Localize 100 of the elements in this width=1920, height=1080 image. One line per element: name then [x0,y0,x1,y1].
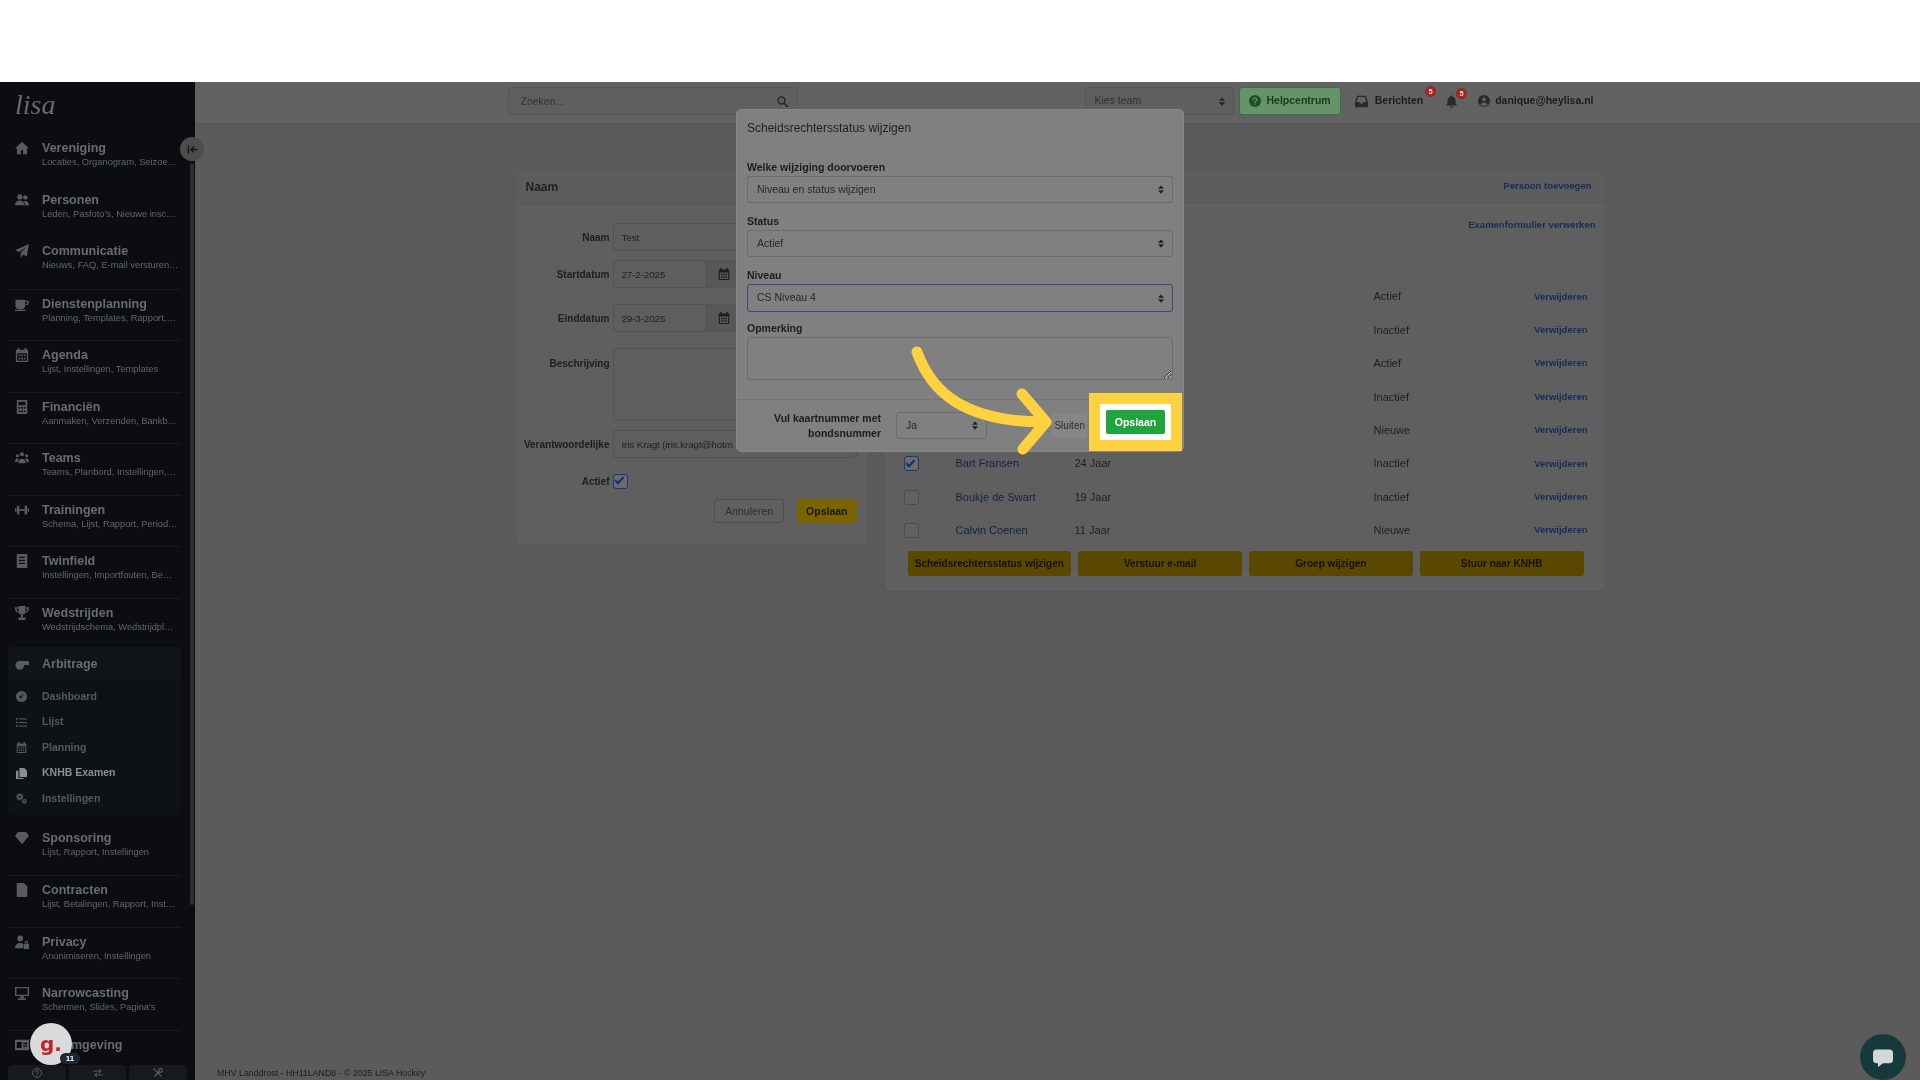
status-text: Inactief [1373,490,1409,503]
sort-caret-icon [1158,239,1164,248]
date-field[interactable]: 27-2-2025 [612,260,707,288]
sidebar-menu-item[interactable]: Dienstenplanning Planning, Templates, Rapport,… [8,288,181,340]
exam-form-link[interactable]: Examenformulier verwerken [1468,219,1596,230]
status-text: Inactief [1373,457,1409,470]
select-field[interactable]: CS Niveau 4 [747,284,1173,312]
gem-icon [15,830,29,845]
delete-link[interactable]: Verwijderen [1534,523,1588,538]
close-button[interactable]: Sluiten [1052,413,1087,438]
sidebar-menu-item[interactable]: Arbitrage [8,647,181,681]
select-field[interactable]: Niveau en status wijzigen [747,176,1173,203]
status-text: Nieuwe [1373,524,1411,537]
file-icon [15,883,29,897]
field-label: Opmerking [747,321,804,335]
calendar-icon [718,268,730,280]
delete-link[interactable]: Verwijderen [1534,356,1588,371]
age-text: 11 Jaar [1074,524,1111,537]
field-label: Einddatum [556,311,610,326]
search-icon [776,95,788,107]
submenu-item[interactable]: Planning [8,735,181,761]
field-label: Actief [580,474,610,489]
sidebar-menu-item[interactable]: Trainingen Schema, Lijst, Rapport, Period… [8,494,181,546]
sidebar-menu-item[interactable]: Communicatie Nieuws, FAQ, E-mail versturen… [8,237,181,289]
notifications-button[interactable] [1445,94,1459,108]
delete-link[interactable]: Verwijderen [1534,389,1588,404]
crossed-tools-icon [153,1067,164,1078]
scrollbar-thumb[interactable] [190,163,194,905]
messages-link[interactable]: Berichten [1354,93,1424,109]
sort-caret-icon [1158,185,1164,194]
delete-link[interactable]: Verwijderen [1534,423,1588,438]
status-text: Inactief [1373,323,1409,336]
sidebar-menu-item[interactable]: Teams Teams, Planbord, Instellingen,… [8,443,181,495]
logo: lisa [15,90,56,120]
status-text: Nieuwe [1373,424,1411,436]
checkbox[interactable] [612,473,628,489]
add-person-link[interactable]: Persoon toevoegen [1503,178,1592,194]
submenu-item[interactable]: KNHB Examen [8,760,181,786]
age-text: 19 Jaar [1074,490,1112,503]
checkbox[interactable] [903,456,919,472]
swap-arrows-icon [92,1067,103,1078]
sidebar-menu-item[interactable]: Twinfield Instellingen, Importfouten, Be… [8,546,181,598]
sort-caret-icon [1218,96,1225,106]
unread-count: 11 [60,1053,80,1064]
person-link[interactable]: Calvin Coenen [955,524,1028,537]
calendar-icon [16,742,27,754]
help-button[interactable] [8,1065,66,1080]
help-center-button[interactable]: Helpcentrum [1238,87,1341,115]
status-text: Actief [1373,290,1401,303]
sidebar-menu-item[interactable]: Personen Leden, Pasfoto's, Nieuwe insc… [8,185,181,237]
status-text: Actief [1373,357,1401,370]
action-button[interactable]: Stuur naar KNHB [1419,550,1584,576]
home-icon [15,141,29,155]
sort-caret-icon [1158,293,1164,303]
comment-field[interactable] [747,337,1173,380]
select-field[interactable]: Actief [747,230,1173,257]
delete-link[interactable]: Verwijderen [1534,322,1588,338]
group-icon [15,451,29,465]
field-label: Verantwoordelijke [522,437,610,452]
submenu-item[interactable]: Instellingen [8,786,181,812]
bell-icon [1445,94,1459,108]
dialog-title: Scheidsrechtersstatus wijzigen [747,120,912,137]
gauge-icon [16,691,27,703]
field-label: Startdatum [555,267,610,282]
people-icon [15,192,29,207]
tools-button[interactable] [129,1065,187,1080]
delete-link[interactable]: Verwijderen [1534,489,1588,505]
field-label: Naam [581,230,610,245]
switch-button[interactable] [68,1065,127,1080]
trophy-icon [15,605,29,620]
submenu-item[interactable]: Lijst [8,709,181,735]
sidebar-menu-item[interactable]: Contracten Lijst, Betalingen, Rapport, Inst… [8,875,181,927]
calendar-icon [15,348,29,362]
person-link[interactable]: Boukje de Swart [955,490,1036,503]
gears-icon [16,793,27,805]
save-button[interactable]: Opslaan [1106,410,1165,434]
status-text: Inactief [1373,390,1409,403]
date-field[interactable]: 29-3-2025 [612,304,707,332]
person-link[interactable]: Bart Fransen [955,457,1020,470]
sidebar-menu-item[interactable]: Financiën Aanmaken, Verzenden, Bankb… [8,391,181,443]
sidebar-menu-item[interactable]: Privacy Anonimiseren, Instellingen [8,926,181,978]
save-button[interactable]: Opslaan [797,499,857,523]
action-button[interactable]: Scheidsrechtersstatus wijzigen [907,550,1072,576]
sidebar-menu-item[interactable]: Agenda Lijst, Instellingen, Templates [8,340,181,392]
user-menu[interactable]: danique@heylisa.nl [1478,93,1594,109]
speech-bubble-icon [1873,1047,1893,1067]
action-button[interactable]: Groep wijzigen [1249,550,1413,576]
select-field[interactable]: Ja [896,412,987,439]
collapse-icon [186,143,198,155]
delete-link[interactable]: Verwijderen [1534,289,1588,304]
submenu-item[interactable]: Dashboard [8,684,181,710]
chat-button[interactable] [1860,1034,1906,1080]
user-lock-icon [15,934,29,949]
action-button[interactable]: Verstuur e-mail [1078,550,1242,576]
field-label: Niveau [747,268,783,282]
sidebar-menu-item[interactable]: Sponsoring Lijst, Rapport, Instellingen [8,823,181,875]
delete-link[interactable]: Verwijderen [1534,456,1588,471]
question-icon [1248,95,1261,107]
sidebar-menu-item[interactable]: Vereniging Locaties, Organogram, Seizoe… [8,134,181,186]
documents-icon [16,767,27,779]
